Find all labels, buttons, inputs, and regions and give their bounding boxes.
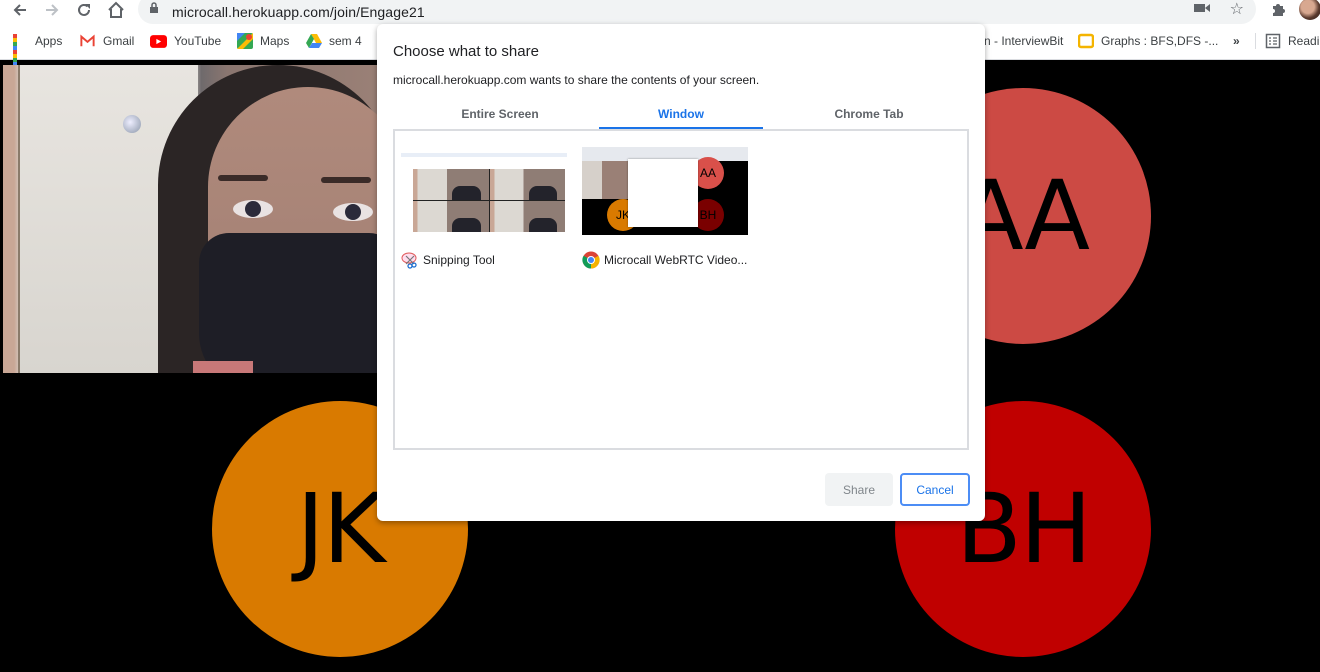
lock-icon: [150, 2, 158, 13]
google-slides-icon: [1078, 33, 1094, 49]
source-item-microcall-window[interactable]: AA JK BH Microcall WebRTC Video...: [582, 147, 748, 269]
bookmark-apps[interactable]: Apps: [12, 29, 63, 70]
bookmark-gmail[interactable]: Gmail: [79, 29, 134, 53]
source-thumbnail[interactable]: [401, 147, 567, 235]
source-label: Snipping Tool: [423, 253, 495, 267]
home-button[interactable]: [103, 0, 129, 20]
bookmarks-divider: [1255, 33, 1256, 49]
tab-chrome-tab[interactable]: Chrome Tab: [774, 101, 964, 130]
maps-icon: [237, 33, 253, 49]
tab-entire-screen[interactable]: Entire Screen: [405, 101, 595, 130]
bookmark-graphs[interactable]: Graphs : BFS,DFS -...: [1078, 29, 1218, 53]
share-button[interactable]: Share: [825, 473, 893, 506]
home-icon: [108, 1, 124, 18]
chrome-icon: [582, 251, 600, 269]
cancel-button[interactable]: Cancel: [900, 473, 970, 506]
bookmark-label: n - InterviewBit: [984, 34, 1064, 48]
reading-list-label: Readin: [1288, 34, 1320, 48]
source-thumbnail[interactable]: AA JK BH: [582, 147, 748, 235]
forward-button[interactable]: [39, 0, 65, 20]
participant-initials: JK: [296, 473, 385, 585]
arrow-left-icon: [13, 4, 26, 16]
source-label: Microcall WebRTC Video...: [604, 253, 748, 267]
arrow-right-icon: [46, 4, 59, 16]
address-bar[interactable]: microcall.herokuapp.com/join/Engage21 ☆: [138, 0, 1256, 24]
camera-icon[interactable]: [1194, 3, 1210, 13]
bookmark-label: Gmail: [103, 34, 135, 48]
local-video-feed: [3, 65, 377, 373]
reload-icon: [78, 3, 90, 16]
reading-list-button[interactable]: Readin: [1265, 29, 1320, 53]
share-tabs: Entire Screen Window Chrome Tab: [393, 101, 969, 130]
source-item-snipping-tool[interactable]: Snipping Tool: [401, 147, 567, 269]
bookmark-youtube[interactable]: YouTube: [150, 29, 221, 53]
apps-grid-icon: [12, 33, 28, 70]
bookmark-star-icon[interactable]: ☆: [1230, 0, 1244, 19]
bookmark-interviewbit[interactable]: n - InterviewBit: [984, 29, 1063, 53]
bookmark-maps[interactable]: Maps: [237, 29, 289, 53]
bookmark-label: sem 4: [329, 34, 362, 48]
bookmark-label: YouTube: [174, 34, 222, 48]
back-button[interactable]: [7, 0, 33, 20]
reading-list-icon: [1265, 33, 1281, 49]
google-drive-icon: [306, 34, 322, 48]
bookmark-label: Graphs : BFS,DFS -...: [1101, 34, 1219, 48]
share-screen-dialog: Choose what to share microcall.herokuapp…: [377, 24, 985, 521]
gmail-icon: [80, 34, 95, 47]
extensions-puzzle-icon[interactable]: [1268, 0, 1288, 20]
dialog-subtitle: microcall.herokuapp.com wants to share t…: [393, 73, 760, 87]
tab-window[interactable]: Window: [586, 101, 776, 130]
bookmark-label: Maps: [260, 34, 290, 48]
dialog-title: Choose what to share: [393, 43, 539, 60]
url-text[interactable]: microcall.herokuapp.com/join/Engage21: [172, 4, 425, 20]
reload-button[interactable]: [71, 0, 97, 20]
bookmark-label: Apps: [35, 34, 63, 48]
bookmarks-overflow-button[interactable]: »: [1233, 29, 1240, 53]
youtube-icon: [150, 34, 167, 48]
profile-avatar[interactable]: [1299, 0, 1320, 20]
snipping-tool-icon: [401, 252, 417, 269]
bookmark-sem4[interactable]: sem 4: [306, 29, 362, 53]
source-list: Snipping Tool AA JK BH Microcall WebRTC …: [393, 129, 969, 450]
